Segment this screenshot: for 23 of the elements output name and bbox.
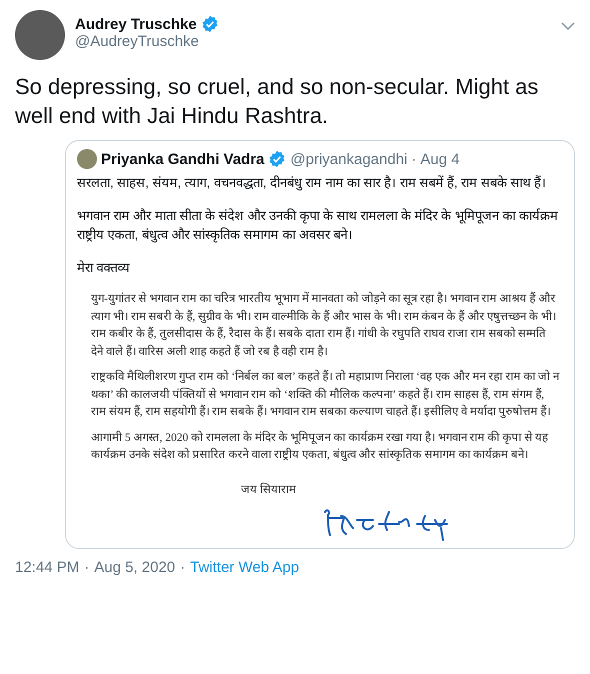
tweet-time: 12:44 PM xyxy=(15,558,80,576)
separator-dot: · xyxy=(411,150,416,168)
quoted-handle: @priyankagandhi xyxy=(290,150,408,168)
quoted-paragraph: भगवान राम और माता सीता के संदेश और उनकी कृपा के साथ रामलला के मंदिर के भूमिपूजन का कार्यक्रम राष्ट्रीय एकता, बंधुत्व और सांस्कृतिक समागम का अवसर बने। xyxy=(77,207,560,244)
author-handle[interactable]: @AudreyTruschke xyxy=(75,33,551,50)
caret-icon[interactable] xyxy=(561,22,575,31)
separator-dot: · xyxy=(180,558,186,576)
quoted-time: Aug 4 xyxy=(420,150,460,168)
quoted-author-name: Priyanka Gandhi Vadra xyxy=(101,150,264,168)
letter-paragraph: युग-युगांतर से भगवान राम का चरित्र भारतीय भूभाग में मानवता को जोड़ने का सूत्र रहा है। भगवान राम आश्रय हैं और त्याग भी। राम सबरी के हैं, सुग्रीव के भी। राम वाल्मीकि के हैं और भास के भी। राम कंबन के हैं और एषुत्तच्छन के भी। राम कबीर के हैं, तुलसीदास के हैं, रैदास के हैं। सबके दाता राम हैं। गांधी के रघुपति राघव राजा राम सबको सम्मति देने वाले हैं। वारिस अली शाह कहते हैं जो रब है वही राम है। xyxy=(91,291,557,360)
avatar-placeholder xyxy=(77,149,97,169)
tweet-text: So depressing, so cruel, and so non-secular. Might as well end with Jai Hindu Rashtra. xyxy=(15,73,540,130)
letter-paragraph: राष्ट्रकवि मैथिलीशरण गुप्त राम को ‘निर्बल का बल’ कहते हैं। तो महाप्राण निराला ‘वह एक और मन रहा राम का जो न थका’ की कालजयी पंक्तियों से भगवान राम को ‘शक्ति की मौलिक कल्पना’ कहते हैं। राम साहस हैं, राम संगम हैं, राम संयम हैं, राम सहयोगी हैं। राम सबके हैं। भगवान राम सबका कल्याण चाहते हैं। इसीलिए वे मर्यादा पुरुषोत्तम हैं। xyxy=(91,369,560,420)
separator-dot: · xyxy=(84,558,90,576)
quoted-tweet-card[interactable] xyxy=(65,140,575,548)
tweet-date: Aug 5, 2020 xyxy=(94,558,176,576)
letter-closing: जय सियाराम xyxy=(241,482,297,496)
quoted-paragraph: सरलता, साहस, संयम, त्याग, वचनवद्धता, दीनबंधु राम नाम का सार है। राम सबमें हैं, राम सबके साथ हैं। xyxy=(77,174,548,192)
author-name[interactable]: Audrey Truschke xyxy=(75,16,197,32)
quoted-paragraph: मेरा वक्तव्य xyxy=(77,259,131,277)
avatar-placeholder[interactable] xyxy=(15,10,65,60)
letter-paragraph: आगामी 5 अगस्त, 2020 को रामलला के मंदिर के भूमिपूजन का कार्यक्रम रखा गया है। भगवान राम की कृपा से यह कार्यक्रम उनके संदेश को प्रसारित करने वाला राष्ट्रीय एकता, बंधुत्व और सांस्कृतिक समागम का कार्यक्रम बने। xyxy=(91,430,550,464)
source-link[interactable]: Twitter Web App xyxy=(190,558,300,576)
